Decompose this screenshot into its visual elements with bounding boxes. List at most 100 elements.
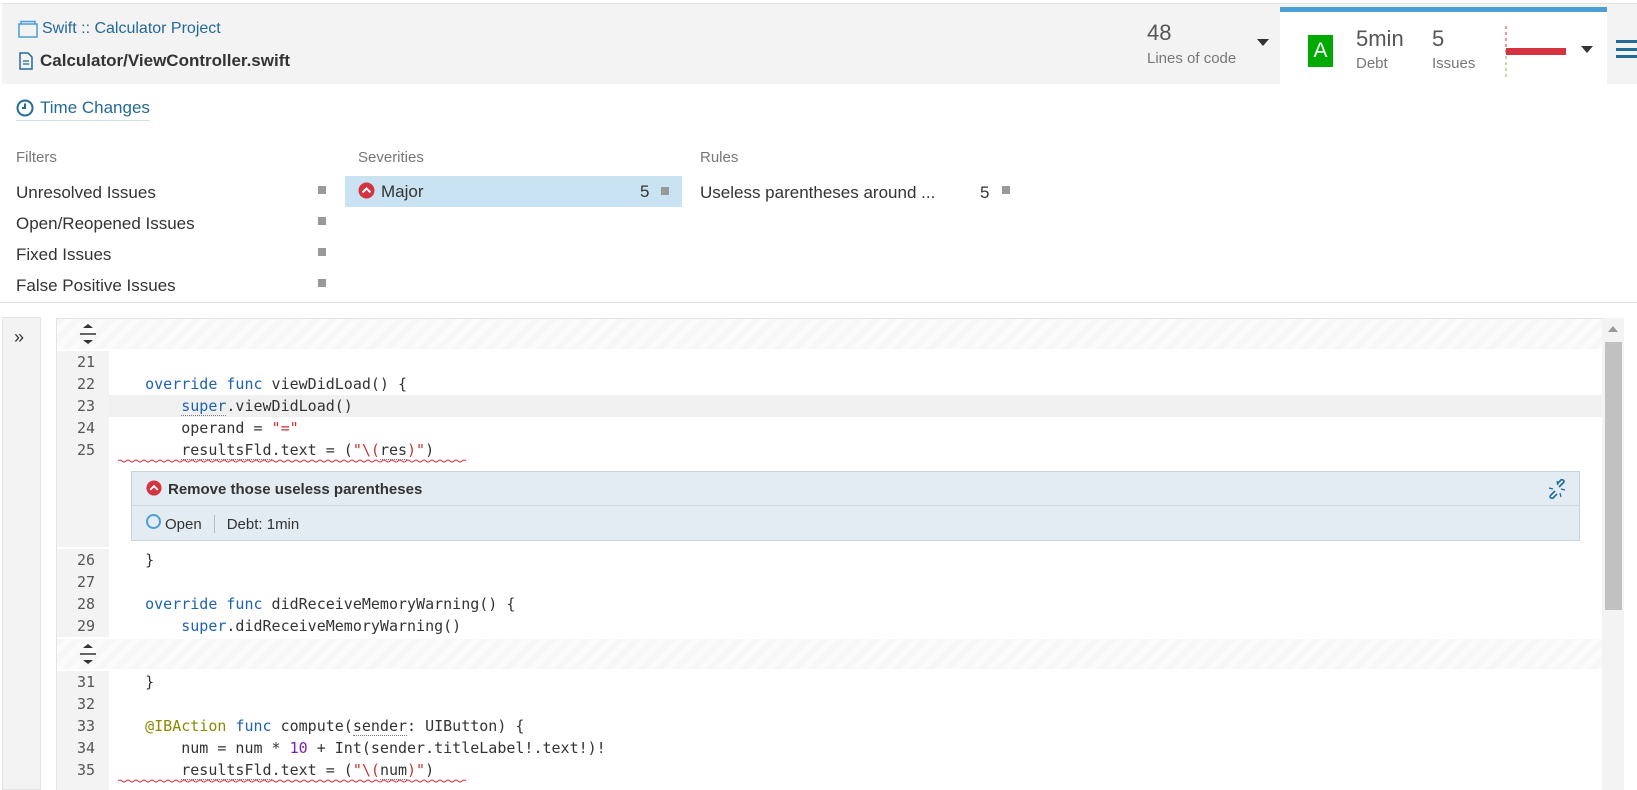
line-code: super.viewDidLoad() (181, 397, 353, 416)
issues-label: Issues (1432, 55, 1476, 72)
filter-fixed-issues[interactable]: Fixed Issues (16, 239, 111, 270)
line-code: override func didReceiveMemoryWarning() … (145, 595, 516, 613)
clock-icon (16, 99, 34, 117)
line-number[interactable]: 24 (57, 417, 109, 439)
line-code: operand = "=" (109, 419, 299, 437)
issue-meta: Open Debt: 1min (146, 513, 300, 533)
breadcrumb-project-label[interactable]: Swift :: Calculator Project (42, 20, 221, 38)
filter-label[interactable]: Open/Reopened Issues (16, 214, 195, 234)
file-title: Calculator/ViewController.swift (18, 51, 290, 71)
filter-label[interactable]: False Positive Issues (16, 276, 176, 296)
filter-checkbox-icon[interactable] (318, 186, 326, 194)
expand-hidden-lines[interactable] (57, 639, 1602, 669)
severities-title: Severities (358, 149, 424, 166)
line-code: override func viewDidLoad() { (145, 375, 408, 393)
source-viewer-sidebar: » (2, 317, 41, 790)
lines-of-code-measure: 48 Lines of code (1147, 20, 1236, 67)
source-line[interactable]: 22 override func viewDidLoad() { (57, 373, 1602, 395)
filter-checkbox-icon[interactable] (318, 217, 326, 225)
gutter (57, 461, 109, 547)
expand-lines-icon[interactable] (77, 643, 99, 665)
gutter (57, 781, 109, 790)
rule-label[interactable]: Useless parentheses around ... (700, 183, 935, 203)
scroll-up-icon[interactable] (1608, 326, 1618, 332)
line-code: @IBAction func compute(sender: UIButton)… (145, 717, 525, 736)
source-scrollbar[interactable] (1602, 318, 1624, 790)
filters-title: Filters (16, 149, 57, 166)
line-number[interactable]: 32 (57, 693, 109, 715)
open-status-icon (146, 513, 161, 529)
filter-false-positive-issues[interactable]: False Positive Issues (16, 270, 176, 301)
line-code: resultsFld.text = ("\(num)") (181, 761, 435, 780)
issue-debt[interactable]: Debt: 1min (227, 516, 300, 533)
lines-of-code-value: 48 (1147, 20, 1172, 45)
scroll-thumb[interactable] (1605, 342, 1622, 610)
debt-value: 5min (1356, 26, 1404, 51)
source-line[interactable]: 24 operand = "=" (57, 417, 1602, 439)
breadcrumb[interactable]: Swift :: Calculator Project (18, 20, 221, 38)
line-number[interactable]: 29 (57, 615, 109, 637)
line-number[interactable]: 23 (57, 395, 109, 417)
source-line[interactable]: 32 (57, 693, 1602, 715)
issue-underline (118, 779, 467, 783)
source-line-with-issue[interactable]: 35 resultsFld.text = ("\(num)") (57, 759, 1602, 783)
rule-checkbox-icon[interactable] (1002, 186, 1010, 194)
source-viewer: 21 22 override func viewDidLoad() { 23 s… (56, 318, 1602, 790)
line-number[interactable]: 34 (57, 737, 109, 759)
line-number[interactable]: 28 (57, 593, 109, 615)
line-number[interactable]: 22 (57, 373, 109, 395)
filter-unresolved-issues[interactable]: Unresolved Issues (16, 177, 156, 208)
source-line[interactable]: 27 (57, 571, 1602, 593)
line-number[interactable]: 33 (57, 715, 109, 737)
filter-label[interactable]: Unresolved Issues (16, 183, 156, 203)
section-divider (0, 302, 1637, 303)
issue-box[interactable]: Remove those useless parentheses Open De… (131, 471, 1580, 541)
issues-by-severity-chart (1505, 26, 1566, 78)
severity-checkbox-icon[interactable] (661, 187, 669, 195)
permalink-icon[interactable] (1547, 479, 1567, 499)
line-number[interactable]: 31 (57, 671, 109, 693)
issue-status[interactable]: Open (165, 516, 202, 533)
line-number[interactable]: 35 (57, 759, 109, 781)
line-number[interactable]: 21 (57, 351, 109, 373)
line-number[interactable]: 25 (57, 439, 109, 461)
filter-open-reopened-issues[interactable]: Open/Reopened Issues (16, 208, 195, 239)
expand-sidebar-icon[interactable]: » (14, 327, 24, 348)
major-issues-bar (1506, 48, 1566, 55)
rule-facet-item[interactable]: Useless parentheses around ... (700, 177, 935, 208)
source-line[interactable]: 29 super.didReceiveMemoryWarning() (57, 615, 1602, 637)
source-line-highlighted[interactable]: 23 super.viewDidLoad() (57, 395, 1602, 417)
time-changes-label[interactable]: Time Changes (40, 98, 150, 118)
filter-checkbox-icon[interactable] (318, 279, 326, 287)
issues-dropdown-caret-icon[interactable] (1581, 46, 1593, 53)
line-number[interactable]: 27 (57, 571, 109, 593)
rule-count-value: 5 (980, 182, 990, 202)
source-line[interactable]: 28 override func didReceiveMemoryWarning… (57, 593, 1602, 615)
source-line[interactable]: 33 @IBAction func compute(sender: UIButt… (57, 715, 1602, 737)
time-changes-link[interactable]: Time Changes (16, 98, 150, 121)
issue-message[interactable]: Remove those useless parentheses (168, 481, 422, 498)
expand-lines-icon[interactable] (77, 323, 99, 345)
major-severity-icon (358, 182, 375, 199)
meta-separator (213, 515, 215, 533)
line-code: resultsFld.text = ("\(res)") (181, 441, 435, 460)
source-line[interactable]: 34 num = num * 10 + Int(sender.titleLabe… (57, 737, 1602, 759)
severity-label[interactable]: Major (381, 182, 424, 202)
issue-underline (118, 459, 467, 463)
major-severity-icon (146, 480, 162, 496)
component-header: Swift :: Calculator Project Calculator/V… (2, 3, 1637, 88)
expand-lines-above[interactable] (57, 319, 1602, 349)
source-line[interactable]: 26 } (57, 549, 1602, 571)
hamburger-menu-icon[interactable] (1616, 40, 1637, 58)
measures-dropdown-caret-icon[interactable] (1257, 39, 1269, 46)
source-line[interactable]: 31 } (57, 671, 1602, 693)
issues-value: 5 (1432, 26, 1445, 51)
line-code: } (109, 551, 155, 569)
severity-major-facet[interactable]: Major 5 (345, 176, 682, 207)
filter-label[interactable]: Fixed Issues (16, 245, 111, 265)
source-line-with-issue[interactable]: 25 resultsFld.text = ("\(res)") (57, 439, 1602, 463)
source-line[interactable]: 21 (57, 351, 1602, 373)
issues-measures-panel[interactable]: A 5min Debt 5 Issues (1280, 7, 1607, 88)
filter-checkbox-icon[interactable] (318, 248, 326, 256)
line-number[interactable]: 26 (57, 549, 109, 571)
